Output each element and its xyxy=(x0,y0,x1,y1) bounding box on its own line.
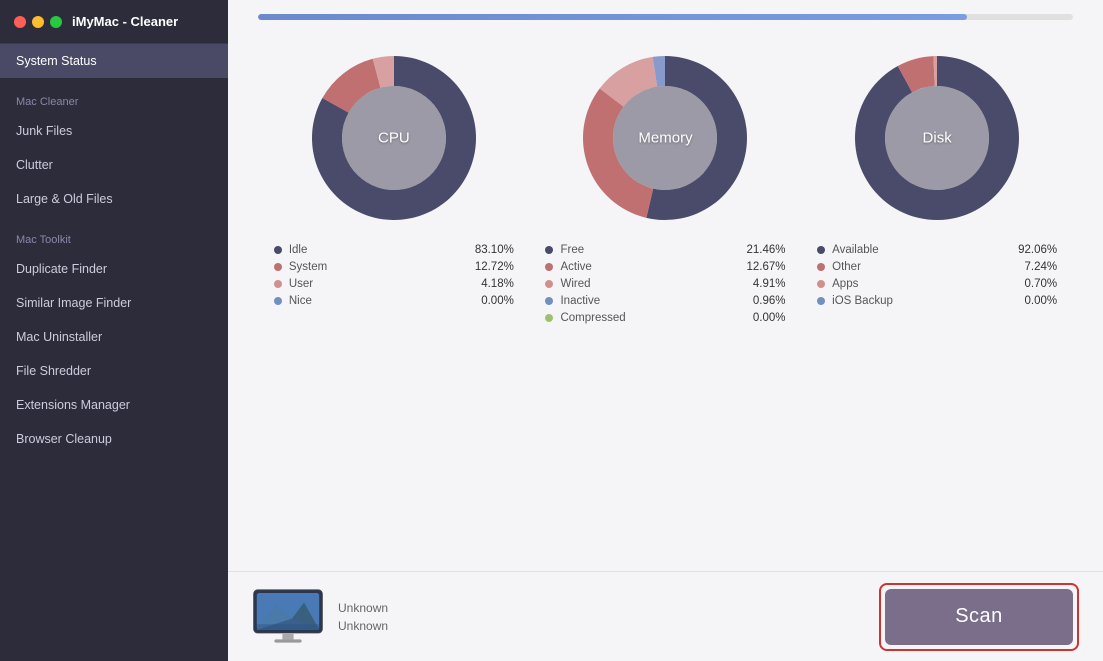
titlebar: iMyMac - Cleaner xyxy=(0,0,228,44)
legend-dot xyxy=(545,263,553,271)
legend-value: 83.10% xyxy=(475,244,514,256)
legend-label: Free xyxy=(560,244,746,256)
sidebar-item-junk-files[interactable]: Junk Files xyxy=(0,114,228,148)
legend-label: Inactive xyxy=(560,295,752,307)
scan-button-container: Scan xyxy=(879,583,1079,651)
legend-dot xyxy=(274,280,282,288)
sidebar-item-mac-uninstaller[interactable]: Mac Uninstaller xyxy=(0,320,228,354)
legend-value: 12.72% xyxy=(475,261,514,273)
legend-value: 0.00% xyxy=(753,312,786,324)
cpu-chart-section: CPU Idle83.10%System12.72%User4.18%Nice0… xyxy=(264,48,524,312)
legend-value: 0.70% xyxy=(1025,278,1058,290)
legend-dot xyxy=(545,314,553,322)
close-button[interactable] xyxy=(14,16,26,28)
legend-value: 92.06% xyxy=(1018,244,1057,256)
legend-value: 4.91% xyxy=(753,278,786,290)
progress-bar-fill xyxy=(258,14,967,20)
legend-value: 4.18% xyxy=(481,278,514,290)
legend-dot xyxy=(545,280,553,288)
legend-row: Compressed0.00% xyxy=(545,312,785,324)
main-content: CPU Idle83.10%System12.72%User4.18%Nice0… xyxy=(228,0,1103,661)
legend-row: User4.18% xyxy=(274,278,514,290)
disk-chart-section: Disk Available92.06%Other7.24%Apps0.70%i… xyxy=(807,48,1067,312)
legend-value: 7.24% xyxy=(1025,261,1058,273)
legend-dot xyxy=(545,246,553,254)
sidebar-item-system-status[interactable]: System Status xyxy=(0,44,228,78)
legend-row: System12.72% xyxy=(274,261,514,273)
legend-value: 12.67% xyxy=(746,261,785,273)
mac-info: Unknown Unknown xyxy=(252,588,388,646)
legend-row: Idle83.10% xyxy=(274,244,514,256)
legend-label: Compressed xyxy=(560,312,752,324)
bottom-bar: Unknown Unknown Scan xyxy=(228,571,1103,661)
maximize-button[interactable] xyxy=(50,16,62,28)
memory-chart-section: Memory Free21.46%Active12.67%Wired4.91%I… xyxy=(535,48,795,329)
memory-donut: Memory xyxy=(575,48,755,228)
legend-row: Nice0.00% xyxy=(274,295,514,307)
disk-label: Disk xyxy=(923,130,952,147)
legend-dot xyxy=(817,297,825,305)
sidebar-item-extensions-manager[interactable]: Extensions Manager xyxy=(0,388,228,422)
legend-row: Inactive0.96% xyxy=(545,295,785,307)
legend-row: Apps0.70% xyxy=(817,278,1057,290)
legend-row: Wired4.91% xyxy=(545,278,785,290)
sidebar-section-mac-toolkit: Mac Toolkit xyxy=(0,216,228,252)
sidebar-item-browser-cleanup[interactable]: Browser Cleanup xyxy=(0,422,228,456)
legend-label: System xyxy=(289,261,475,273)
mac-model-text: Unknown xyxy=(338,601,388,615)
legend-dot xyxy=(817,246,825,254)
legend-dot xyxy=(545,297,553,305)
memory-legend: Free21.46%Active12.67%Wired4.91%Inactive… xyxy=(535,244,795,329)
legend-label: Nice xyxy=(289,295,481,307)
legend-dot xyxy=(274,263,282,271)
legend-value: 0.00% xyxy=(481,295,514,307)
app-title: iMyMac - Cleaner xyxy=(72,14,178,29)
cpu-label: CPU xyxy=(378,130,410,147)
cpu-donut: CPU xyxy=(304,48,484,228)
legend-dot xyxy=(817,280,825,288)
legend-dot xyxy=(817,263,825,271)
legend-row: Available92.06% xyxy=(817,244,1057,256)
sidebar-item-duplicate-finder[interactable]: Duplicate Finder xyxy=(0,252,228,286)
legend-label: Other xyxy=(832,261,1024,273)
cpu-legend: Idle83.10%System12.72%User4.18%Nice0.00% xyxy=(264,244,524,312)
legend-label: Idle xyxy=(289,244,475,256)
progress-bar-track xyxy=(258,14,1073,20)
legend-label: iOS Backup xyxy=(832,295,1024,307)
progress-bar-container xyxy=(228,0,1103,28)
legend-row: iOS Backup0.00% xyxy=(817,295,1057,307)
legend-row: Other7.24% xyxy=(817,261,1057,273)
mac-details: Unknown Unknown xyxy=(338,601,388,633)
traffic-lights xyxy=(14,16,62,28)
sidebar-section-mac-cleaner: Mac Cleaner xyxy=(0,78,228,114)
charts-area: CPU Idle83.10%System12.72%User4.18%Nice0… xyxy=(228,28,1103,571)
legend-label: Active xyxy=(560,261,746,273)
disk-donut: Disk xyxy=(847,48,1027,228)
legend-row: Active12.67% xyxy=(545,261,785,273)
sidebar-item-clutter[interactable]: Clutter xyxy=(0,148,228,182)
mac-monitor-icon xyxy=(252,588,324,646)
legend-label: User xyxy=(289,278,481,290)
legend-dot xyxy=(274,297,282,305)
legend-label: Available xyxy=(832,244,1018,256)
legend-value: 0.96% xyxy=(753,295,786,307)
sidebar-item-similar-image-finder[interactable]: Similar Image Finder xyxy=(0,286,228,320)
disk-legend: Available92.06%Other7.24%Apps0.70%iOS Ba… xyxy=(807,244,1067,312)
legend-value: 0.00% xyxy=(1025,295,1058,307)
sidebar: iMyMac - Cleaner System Status Mac Clean… xyxy=(0,0,228,661)
memory-label: Memory xyxy=(638,130,692,147)
legend-dot xyxy=(274,246,282,254)
legend-label: Wired xyxy=(560,278,752,290)
legend-label: Apps xyxy=(832,278,1024,290)
sidebar-item-large-old-files[interactable]: Large & Old Files xyxy=(0,182,228,216)
minimize-button[interactable] xyxy=(32,16,44,28)
scan-button[interactable]: Scan xyxy=(885,589,1073,645)
legend-value: 21.46% xyxy=(746,244,785,256)
mac-os-text: Unknown xyxy=(338,619,388,633)
sidebar-item-file-shredder[interactable]: File Shredder xyxy=(0,354,228,388)
legend-row: Free21.46% xyxy=(545,244,785,256)
